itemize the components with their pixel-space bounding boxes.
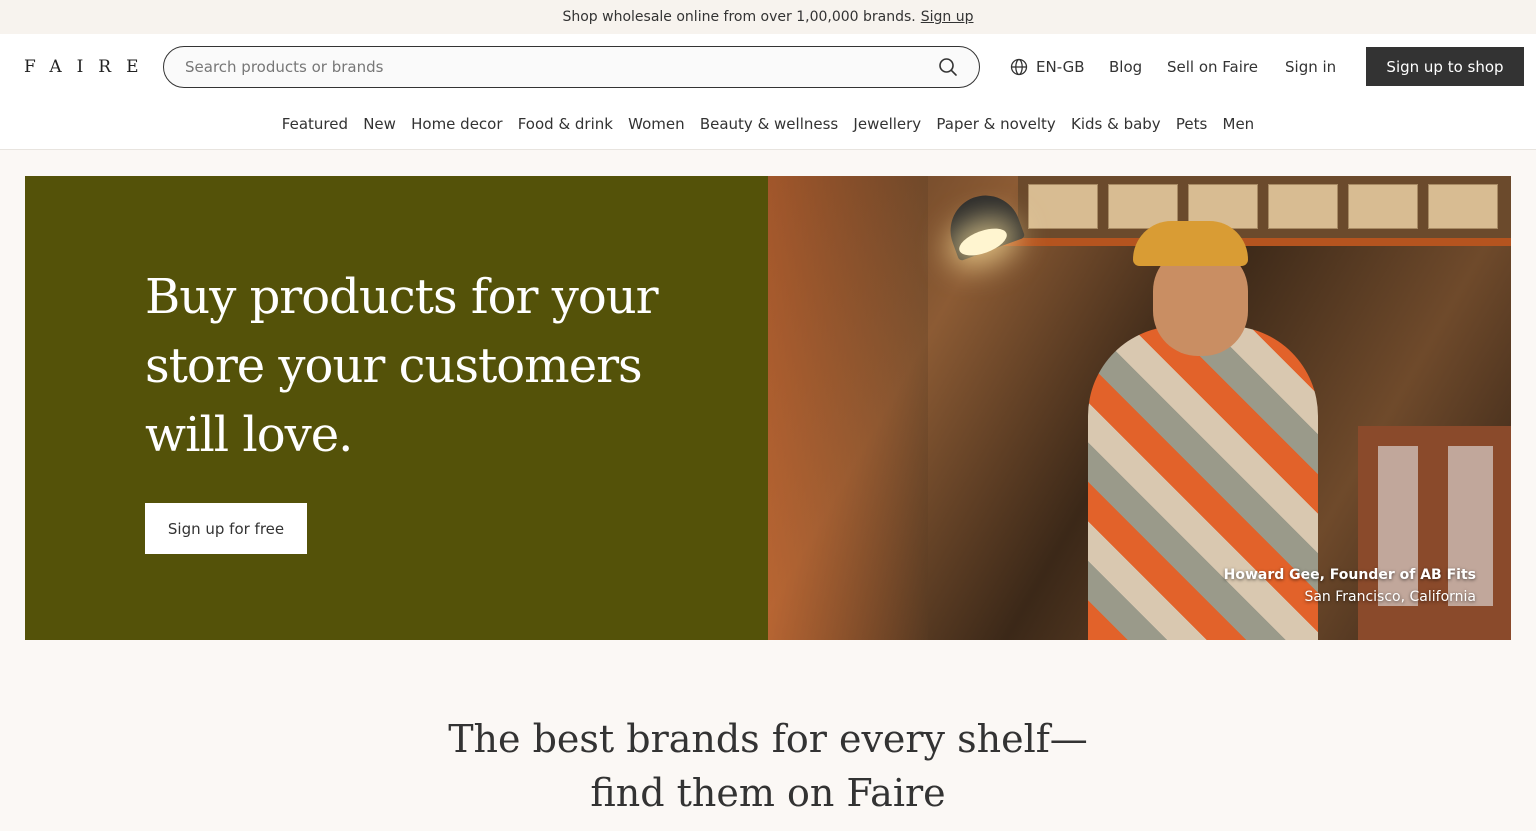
announcement-signup-link[interactable]: Sign up	[921, 9, 974, 25]
section-heading-line1: The best brands for every shelf—	[448, 717, 1088, 761]
announcement-text: Shop wholesale online from over 1,00,000…	[562, 9, 916, 25]
caption-location: San Francisco, California	[1304, 589, 1476, 605]
category-pets[interactable]: Pets	[1168, 115, 1215, 137]
category-women[interactable]: Women	[621, 115, 693, 137]
section-heading: The best brands for every shelf— find th…	[0, 712, 1536, 820]
person-cap	[1133, 221, 1248, 266]
category-nav: Featured New Home decor Food & drink Wom…	[0, 115, 1536, 137]
hero-photo: Howard Gee, Founder of AB Fits San Franc…	[768, 176, 1511, 640]
glass-reflection	[768, 176, 928, 640]
sign-up-to-shop-button[interactable]: Sign up to shop	[1366, 47, 1524, 86]
caption-name: Howard Gee, Founder of AB Fits	[1223, 567, 1476, 583]
box	[1268, 184, 1338, 229]
announcement-bar: Shop wholesale online from over 1,00,000…	[0, 0, 1536, 34]
category-featured[interactable]: Featured	[274, 115, 355, 137]
category-men[interactable]: Men	[1215, 115, 1262, 137]
hero-caption: Howard Gee, Founder of AB Fits San Franc…	[1224, 564, 1476, 608]
category-paper-novelty[interactable]: Paper & novelty	[929, 115, 1064, 137]
search-input[interactable]	[185, 58, 938, 76]
globe-icon	[1010, 58, 1028, 76]
category-food-drink[interactable]: Food & drink	[510, 115, 620, 137]
hero-title: Buy products for your store your custome…	[145, 269, 659, 463]
search-bar[interactable]	[163, 46, 980, 88]
sign-up-free-button[interactable]: Sign up for free	[145, 503, 307, 554]
box	[1028, 184, 1098, 229]
sign-in-link[interactable]: Sign in	[1285, 46, 1336, 88]
box	[1428, 184, 1498, 229]
box	[1348, 184, 1418, 229]
category-home-decor[interactable]: Home decor	[404, 115, 511, 137]
faire-logo[interactable]: FAIRE	[24, 57, 154, 77]
category-new[interactable]: New	[356, 115, 404, 137]
hero-banner: Buy products for your store your custome…	[25, 176, 1511, 640]
category-jewellery[interactable]: Jewellery	[846, 115, 929, 137]
blog-link[interactable]: Blog	[1109, 46, 1142, 88]
language-selector[interactable]: EN-GB	[1010, 46, 1085, 88]
sell-on-faire-link[interactable]: Sell on Faire	[1167, 46, 1258, 88]
section-heading-line2: find them on Faire	[590, 771, 946, 815]
category-beauty-wellness[interactable]: Beauty & wellness	[692, 115, 846, 137]
search-icon[interactable]	[938, 57, 958, 77]
site-header: FAIRE EN-GB Blog Sell on Faire Sign in S…	[0, 34, 1536, 150]
hero-text-panel: Buy products for your store your custome…	[25, 176, 768, 640]
language-label: EN-GB	[1036, 58, 1085, 76]
category-kids-baby[interactable]: Kids & baby	[1063, 115, 1168, 137]
shelf-edge	[998, 238, 1511, 246]
